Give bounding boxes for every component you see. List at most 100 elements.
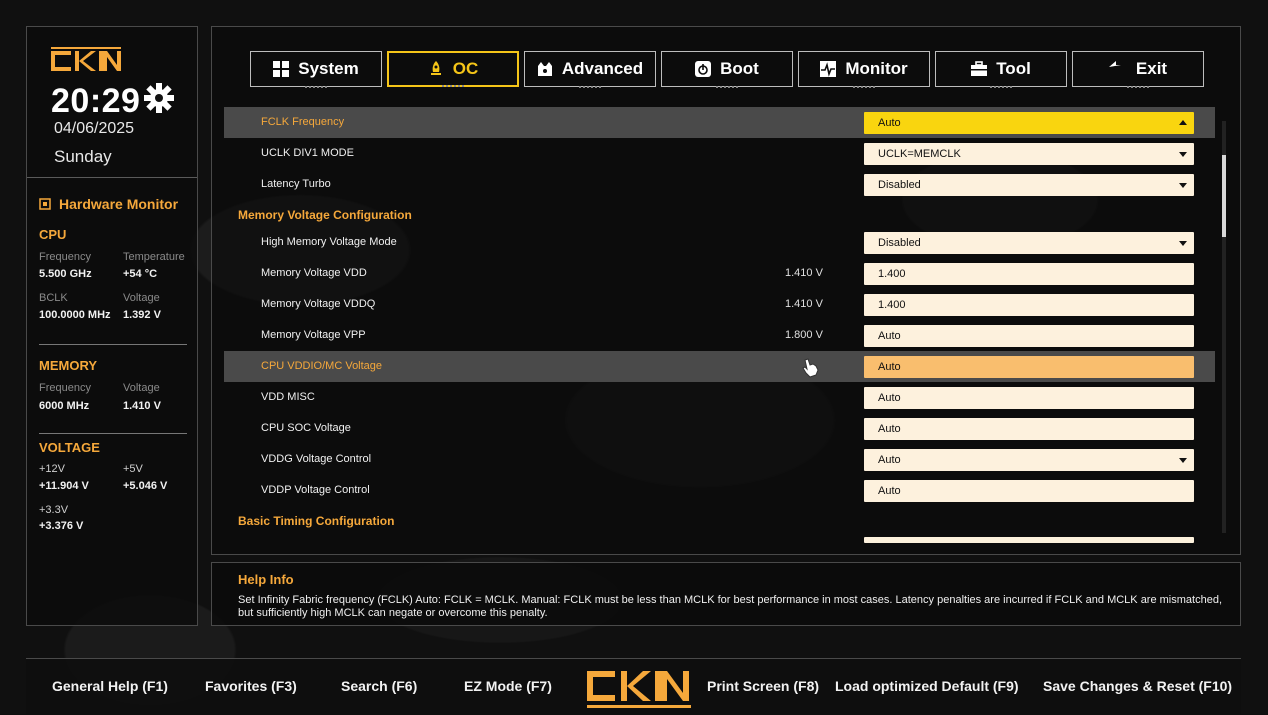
tab-dots [1127, 86, 1149, 90]
setting-label: FCLK Frequency [261, 116, 345, 128]
setting-row-vddg-voltage-control[interactable]: VDDG Voltage Control Auto [224, 444, 1215, 475]
caret-down-icon [1179, 183, 1187, 188]
input-value: Auto [878, 330, 901, 342]
setting-row-memory-voltage-vpp[interactable]: Memory Voltage VPP 1.800 V Auto [224, 320, 1215, 351]
setting-row-memory-voltage-vddq[interactable]: Memory Voltage VDDQ 1.410 V 1.400 [224, 289, 1215, 320]
setting-row-memory-voltage-vdd[interactable]: Memory Voltage VDD 1.410 V 1.400 [224, 258, 1215, 289]
cpu-soc-voltage-input[interactable]: Auto [864, 418, 1194, 440]
setting-row-vddp-voltage-control[interactable]: VDDP Voltage Control Auto [224, 475, 1215, 506]
setting-row-vdd-misc[interactable]: VDD MISC Auto [224, 382, 1215, 413]
uclk-div1-mode-dropdown[interactable]: UCLK=MEMCLK [864, 143, 1194, 165]
memory-voltage-vpp-input[interactable]: Auto [864, 325, 1194, 347]
tab-advanced[interactable]: Advanced [524, 51, 656, 90]
power-icon [695, 61, 712, 77]
setting-label: CPU VDDIO/MC Voltage [261, 360, 383, 372]
setting-row-partial [224, 533, 1215, 543]
cpu-temperature-label: Temperature [123, 251, 185, 263]
setting-label: High Memory Voltage Mode [261, 236, 397, 248]
clock-time: 20:29 [51, 82, 141, 120]
setting-row-latency-turbo[interactable]: Latency Turbo Disabled [224, 169, 1215, 200]
help-title: Help Info [238, 572, 294, 587]
save-changes-reset-button[interactable]: Save Changes & Reset (F10) [1043, 678, 1232, 694]
memory-voltage-vddq-input[interactable]: 1.400 [864, 294, 1194, 316]
hardware-monitor-title: Hardware Monitor [39, 196, 178, 212]
tab-label: Boot [720, 59, 759, 78]
vddp-voltage-control-input[interactable]: Auto [864, 480, 1194, 502]
tab-dots [716, 86, 738, 90]
cpu-voltage-label: Voltage [123, 292, 160, 304]
vddg-voltage-control-dropdown[interactable]: Auto [864, 449, 1194, 471]
scrollbar-thumb[interactable] [1222, 155, 1226, 237]
v5-value: +5.046 V [123, 480, 168, 492]
brand-logo [587, 671, 691, 708]
tab-label: OC [452, 59, 479, 78]
tab-dots [579, 86, 601, 90]
general-help-button[interactable]: General Help (F1) [52, 678, 168, 694]
section-basic-timing: Basic Timing Configuration [224, 506, 1215, 533]
setting-row-fclk-frequency[interactable]: FCLK Frequency Auto [224, 107, 1215, 138]
hand-cursor-icon [802, 358, 819, 378]
setting-label: Memory Voltage VDDQ [261, 298, 376, 310]
tab-label: Advanced [561, 59, 644, 78]
input-value: 1.400 [878, 268, 906, 280]
vdd-misc-input[interactable]: Auto [864, 387, 1194, 409]
section-heading: Basic Timing Configuration [238, 514, 395, 528]
tab-tool[interactable]: Tool [935, 51, 1067, 90]
settings-list: FCLK Frequency Auto UCLK DIV1 MODE UCLK=… [224, 107, 1215, 543]
function-key-bar: General Help (F1) Favorites (F3) Search … [26, 658, 1241, 715]
setting-row-high-memory-voltage-mode[interactable]: High Memory Voltage Mode Disabled [224, 227, 1215, 258]
favorites-button[interactable]: Favorites (F3) [205, 678, 297, 694]
pulse-icon [820, 61, 837, 77]
latency-turbo-dropdown[interactable]: Disabled [864, 174, 1194, 196]
help-text: Set Infinity Fabric frequency (FCLK) Aut… [238, 594, 1223, 619]
setting-label: CPU SOC Voltage [261, 422, 351, 434]
current-reading: 1.800 V [785, 329, 823, 341]
caret-up-icon [1179, 120, 1187, 125]
caret-down-icon [1179, 241, 1187, 246]
input-value: Auto [878, 485, 901, 497]
setting-row-cpu-vddio-mc-voltage[interactable]: CPU VDDIO/MC Voltage Auto [224, 351, 1215, 382]
fclk-frequency-dropdown[interactable]: Auto [864, 112, 1194, 134]
high-memory-voltage-mode-dropdown[interactable]: Disabled [864, 232, 1194, 254]
tab-dots [853, 86, 875, 90]
load-optimized-default-button[interactable]: Load optimized Default (F9) [835, 678, 1019, 694]
section-heading: Memory Voltage Configuration [238, 208, 412, 222]
memory-frequency-value: 6000 MHz [39, 400, 90, 412]
cpu-voltage-value: 1.392 V [123, 309, 161, 321]
setting-label: Memory Voltage VPP [261, 329, 366, 341]
tab-monitor[interactable]: Monitor [798, 51, 930, 90]
setting-row-uclk-div1-mode[interactable]: UCLK DIV1 MODE UCLK=MEMCLK [224, 138, 1215, 169]
cpu-frequency-value: 5.500 GHz [39, 268, 92, 280]
divider [39, 344, 187, 345]
search-button[interactable]: Search (F6) [341, 678, 417, 694]
settings-gear-icon[interactable] [142, 81, 176, 115]
memory-voltage-value: 1.410 V [123, 400, 161, 412]
v5-label: +5V [123, 463, 143, 475]
memory-voltage-label: Voltage [123, 382, 160, 394]
ez-mode-button[interactable]: EZ Mode (F7) [464, 678, 552, 694]
tab-dots [442, 85, 464, 89]
print-screen-button[interactable]: Print Screen (F8) [707, 678, 819, 694]
setting-label: Memory Voltage VDD [261, 267, 367, 279]
current-reading: 1.410 V [785, 298, 823, 310]
divider [27, 177, 197, 178]
v33-value: +3.376 V [39, 520, 84, 532]
cpu-vddio-mc-voltage-input[interactable]: Auto [864, 356, 1194, 378]
tab-dots [990, 86, 1012, 90]
tab-oc[interactable]: OC [387, 51, 519, 87]
tab-label: Monitor [845, 59, 908, 78]
tab-exit[interactable]: Exit [1072, 51, 1204, 90]
left-status-panel: 20:29 04/06/2025 Sunday Hardware Monitor… [26, 26, 198, 626]
dropdown-value: UCLK=MEMCLK [878, 148, 961, 160]
memory-heading: MEMORY [39, 358, 98, 373]
input-value: 1.400 [878, 299, 906, 311]
tab-boot[interactable]: Boot [661, 51, 793, 90]
dropdown-value: Auto [878, 454, 901, 466]
setting-label: Latency Turbo [261, 178, 331, 190]
tab-system[interactable]: System [250, 51, 382, 88]
brand-logo [51, 47, 121, 71]
v12-value: +11.904 V [39, 480, 89, 492]
setting-row-cpu-soc-voltage[interactable]: CPU SOC Voltage Auto [224, 413, 1215, 444]
memory-voltage-vdd-input[interactable]: 1.400 [864, 263, 1194, 285]
settings-scrollbar[interactable] [1222, 121, 1226, 533]
